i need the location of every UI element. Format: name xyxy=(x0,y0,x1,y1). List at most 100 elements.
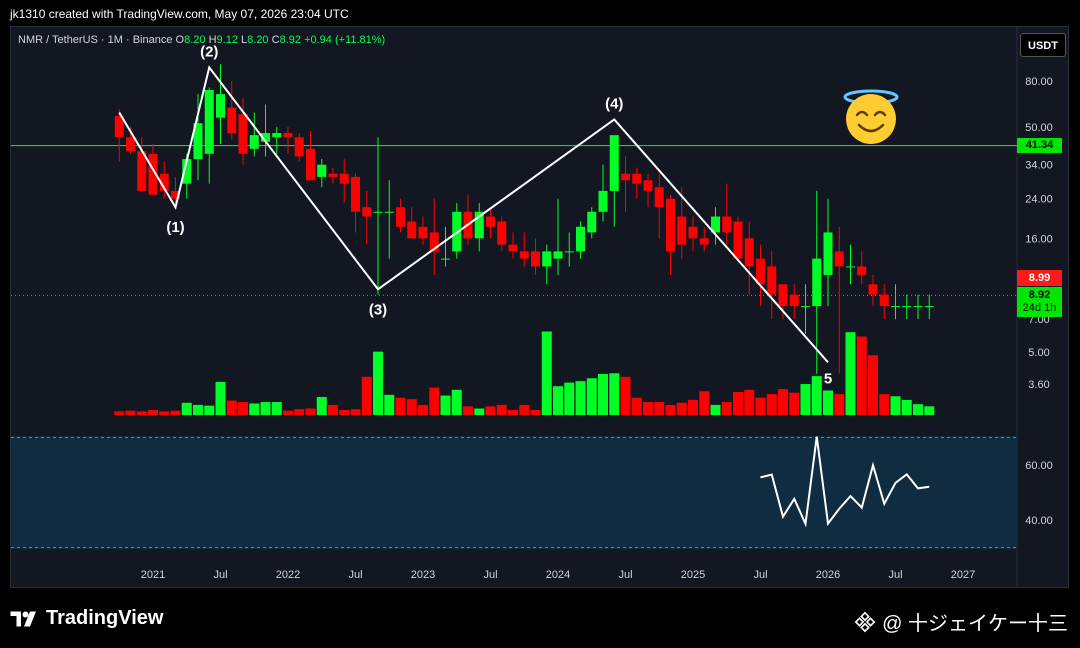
open-value: 8.20 xyxy=(184,34,206,46)
candle-body xyxy=(643,180,653,191)
symbol-legend: NMR / TetherUS · 1M · Binance O8.20 H9.1… xyxy=(18,34,385,46)
wave-label: (4) xyxy=(605,95,623,112)
candle-body xyxy=(924,306,934,308)
volume-bar xyxy=(418,404,428,415)
volume-bar xyxy=(474,408,485,415)
prev-close-price-tag: 8.99 xyxy=(1017,270,1062,286)
volume-bar xyxy=(181,402,192,415)
candle-body xyxy=(789,294,799,307)
volume-bar xyxy=(856,336,867,415)
volume-bar xyxy=(766,394,777,415)
volume-bar xyxy=(811,376,822,415)
volume-bar xyxy=(755,397,766,415)
x-tick-label: Jul xyxy=(753,569,767,581)
x-tick-label: 2021 xyxy=(141,569,165,581)
volume-bar xyxy=(226,400,237,415)
volume-bar xyxy=(676,402,687,415)
candle-body xyxy=(621,173,630,181)
volume-bar xyxy=(541,331,552,415)
volume-bar xyxy=(924,406,935,415)
volume-bar xyxy=(699,391,710,415)
x-tick-label: 2023 xyxy=(411,569,435,581)
volume-bar xyxy=(485,406,496,415)
volume-bar xyxy=(665,404,676,415)
candle-body xyxy=(801,306,810,308)
candle-body xyxy=(902,306,912,308)
candle-body xyxy=(294,137,304,157)
volume-bar xyxy=(710,404,721,415)
candle-body xyxy=(688,226,698,239)
volume-bar xyxy=(530,409,541,415)
volume-bar xyxy=(170,410,181,415)
volume-bar xyxy=(249,403,260,415)
volume-bar xyxy=(328,404,338,415)
candle-body xyxy=(677,216,687,245)
x-tick-label: Jul xyxy=(483,569,497,581)
volume-bar xyxy=(845,332,856,415)
high-value: 9.12 xyxy=(216,34,238,46)
y-tick-label: 5.00 xyxy=(1028,347,1049,359)
volume-bar xyxy=(890,396,901,415)
volume-bar xyxy=(148,409,158,415)
candle-body xyxy=(216,94,225,118)
volume-bar xyxy=(519,404,530,415)
currency-button[interactable]: USDT xyxy=(1020,33,1066,57)
volume-bar xyxy=(238,402,248,415)
x-tick-label: Jul xyxy=(348,569,362,581)
hline-price-tag: 41.34 xyxy=(1017,138,1062,153)
candle-body xyxy=(846,266,855,268)
y-tick-label: 24.00 xyxy=(1025,194,1053,206)
x-tick-label: 2026 xyxy=(816,569,840,581)
chart-frame[interactable]: (1) (2) (3) (4) 5 80.00 50.00 34.00 24.00 16.00 7.… xyxy=(10,26,1069,588)
close-label: C xyxy=(271,34,280,46)
tradingview-brand: TradingView xyxy=(46,607,164,629)
candle-body xyxy=(272,133,282,138)
last-price-value: 8.92 xyxy=(1028,289,1051,301)
close-value: 8.92 xyxy=(279,34,301,46)
binance-icon xyxy=(854,611,876,632)
candle-body xyxy=(654,187,664,208)
countdown-value: 24d 1h xyxy=(1022,302,1057,314)
candle-body xyxy=(384,211,394,213)
volume-bar xyxy=(193,404,203,415)
candle-body xyxy=(564,251,574,253)
volume-bar xyxy=(350,409,361,415)
volume-bar xyxy=(215,381,226,415)
emoji-face xyxy=(846,94,896,144)
x-tick-label: 2024 xyxy=(546,569,570,581)
candle-body xyxy=(913,306,923,308)
volume-bar xyxy=(778,389,788,415)
volume-bar xyxy=(744,389,755,415)
volume-bar xyxy=(384,394,395,415)
x-tick-label: Jul xyxy=(618,569,632,581)
candle-body xyxy=(542,251,552,267)
chart-canvas[interactable]: (1)(2)(3)(4)580.0050.0034.0024.0016.007.… xyxy=(11,27,1068,587)
volume-bar xyxy=(114,411,125,415)
candle-body xyxy=(879,294,889,307)
candle-body xyxy=(531,251,540,267)
volume-bar xyxy=(159,411,170,415)
volume-bar xyxy=(395,397,406,415)
volume-bar xyxy=(721,402,732,415)
symbol-title: NMR / TetherUS · 1M · Binance xyxy=(18,34,173,46)
candle-body xyxy=(722,216,732,233)
candle-body xyxy=(632,173,642,184)
candle-body xyxy=(227,107,237,134)
candle-body xyxy=(407,221,417,239)
x-tick-label: 2025 xyxy=(681,569,705,581)
candle-body xyxy=(756,258,765,285)
volume-bar xyxy=(631,397,642,415)
y-tick-label: 16.00 xyxy=(1025,233,1053,245)
candle-body xyxy=(317,164,327,177)
indicator-tick-label: 40.00 xyxy=(1025,515,1053,527)
candle-body xyxy=(576,226,585,252)
volume-bar xyxy=(789,392,800,415)
tradingview-logo[interactable]: TradingView xyxy=(10,607,163,630)
volume-bar xyxy=(136,411,147,415)
volume-bar xyxy=(834,394,845,415)
volume-bar xyxy=(868,355,878,415)
footer: TradingView @ 十ジェイケー十三 xyxy=(0,590,1080,648)
volume-bar xyxy=(316,397,327,415)
y-tick-label: 3.60 xyxy=(1028,379,1049,391)
candle-body xyxy=(306,148,315,181)
